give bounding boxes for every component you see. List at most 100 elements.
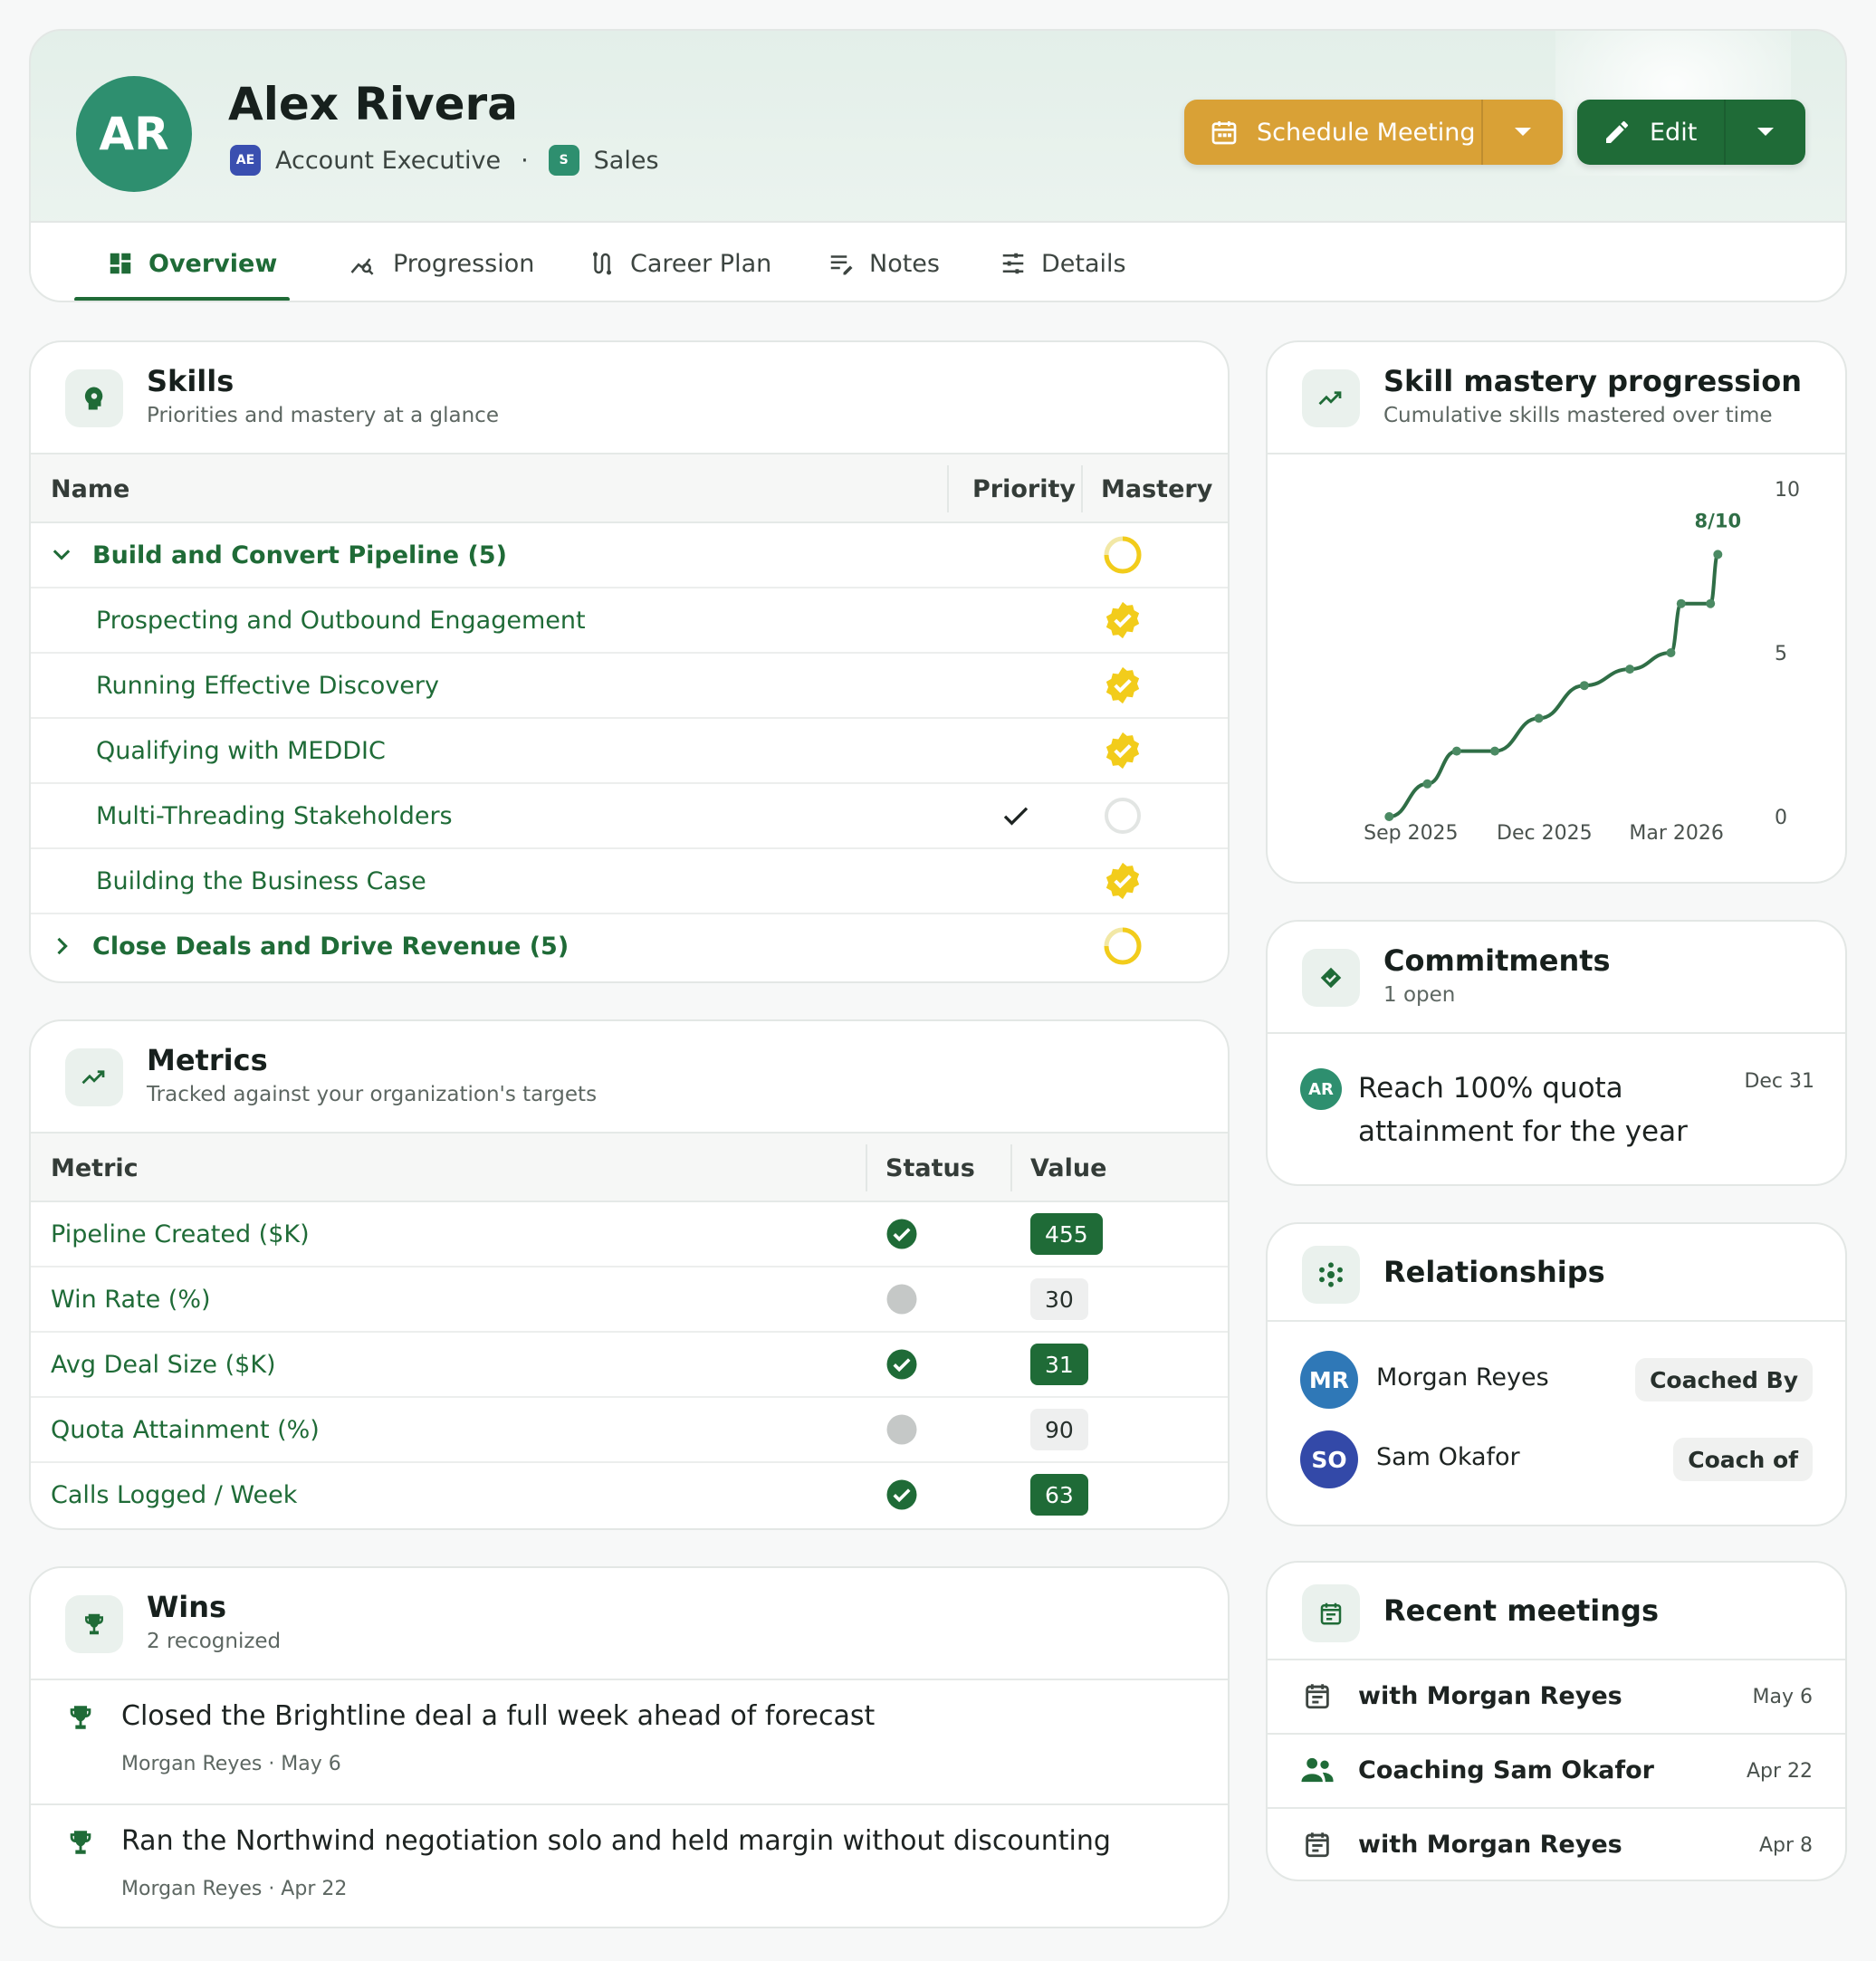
metric-row[interactable]: Calls Logged / Week 63 bbox=[31, 1463, 1228, 1528]
metric-value: 455 bbox=[1030, 1202, 1103, 1266]
skill-group-row[interactable]: Build and Convert Pipeline (5) bbox=[31, 523, 1228, 588]
chevron-right-icon[interactable] bbox=[49, 914, 74, 978]
x-tick-label: Mar 2026 bbox=[1629, 822, 1724, 845]
metric-label[interactable]: Avg Deal Size ($K) bbox=[51, 1333, 276, 1396]
value-badge: 30 bbox=[1030, 1278, 1088, 1320]
value-badge: 455 bbox=[1030, 1213, 1103, 1255]
avatar: MR bbox=[1300, 1351, 1358, 1409]
calendar-icon bbox=[1306, 1832, 1329, 1858]
priority-check-icon[interactable] bbox=[1000, 784, 1032, 847]
tab-bar: Overview Progression Career Plan Notes D… bbox=[31, 221, 1845, 301]
edit-dropdown[interactable] bbox=[1724, 100, 1805, 165]
y-tick-label: 5 bbox=[1775, 643, 1787, 665]
tab-label: Notes bbox=[869, 249, 940, 278]
metric-row[interactable]: Avg Deal Size ($K) 31 bbox=[31, 1333, 1228, 1398]
meeting-item[interactable]: Coaching Sam Okafor Apr 22 bbox=[1268, 1735, 1845, 1807]
tab-label: Details bbox=[1041, 249, 1126, 278]
value-badge: 90 bbox=[1030, 1409, 1088, 1450]
data-point bbox=[1706, 598, 1716, 608]
tab-notes[interactable]: Notes bbox=[828, 223, 940, 301]
column-priority[interactable]: Priority bbox=[972, 454, 1076, 523]
tab-progression[interactable]: Progression bbox=[348, 223, 535, 301]
profile-subtitle: AE Account Executive · S Sales bbox=[230, 145, 659, 176]
metric-label[interactable]: Win Rate (%) bbox=[51, 1267, 211, 1331]
relationship-name: Morgan Reyes bbox=[1376, 1363, 1549, 1392]
department-label: Sales bbox=[593, 146, 659, 175]
metric-label[interactable]: Pipeline Created ($K) bbox=[51, 1202, 310, 1266]
skill-label[interactable]: Running Effective Discovery bbox=[96, 654, 439, 717]
column-metric[interactable]: Metric bbox=[51, 1134, 139, 1202]
column-name[interactable]: Name bbox=[51, 454, 129, 523]
relationships-title: Relationships bbox=[1383, 1255, 1605, 1289]
tab-label: Progression bbox=[393, 249, 535, 278]
relationships-card-icon-box bbox=[1302, 1246, 1360, 1304]
tab-details[interactable]: Details bbox=[1000, 223, 1126, 301]
skill-label[interactable]: Prospecting and Outbound Engagement bbox=[96, 588, 586, 652]
skill-label[interactable]: Qualifying with MEDDIC bbox=[96, 719, 386, 782]
meeting-item[interactable]: with Morgan Reyes May 6 bbox=[1268, 1660, 1845, 1733]
skill-group-label[interactable]: Close Deals and Drive Revenue (5) bbox=[92, 914, 569, 978]
metric-label[interactable]: Calls Logged / Week bbox=[51, 1463, 297, 1526]
skills-table-header: Name Priority Mastery bbox=[31, 453, 1228, 523]
skill-label[interactable]: Building the Business Case bbox=[96, 849, 426, 913]
data-point bbox=[1384, 812, 1394, 821]
win-item[interactable]: Closed the Brightline deal a full week a… bbox=[31, 1680, 1228, 1803]
metric-row[interactable]: Win Rate (%) 30 bbox=[31, 1267, 1228, 1333]
relationship-item[interactable]: MR Morgan Reyes Coached By bbox=[1268, 1342, 1845, 1418]
trending-up-icon bbox=[1318, 391, 1342, 406]
skill-row[interactable]: Building the Business Case bbox=[31, 849, 1228, 914]
wins-card: Wins 2 recognized Closed the Brightline … bbox=[29, 1566, 1230, 1928]
skill-row[interactable]: Running Effective Discovery bbox=[31, 654, 1228, 719]
divider bbox=[1268, 1320, 1845, 1322]
column-value[interactable]: Value bbox=[1030, 1134, 1106, 1202]
skill-row[interactable]: Qualifying with MEDDIC bbox=[31, 719, 1228, 784]
profile-name: Alex Rivera bbox=[228, 78, 518, 130]
meeting-item[interactable]: with Morgan Reyes Apr 8 bbox=[1268, 1809, 1845, 1880]
metrics-card-icon-box bbox=[65, 1048, 123, 1106]
column-divider bbox=[866, 1144, 867, 1191]
dashboard-icon bbox=[110, 253, 131, 274]
profile-header: AR Alex Rivera AE Account Executive · S … bbox=[29, 29, 1847, 302]
data-point bbox=[1625, 665, 1635, 674]
skill-group-label[interactable]: Build and Convert Pipeline (5) bbox=[92, 523, 507, 587]
tab-overview[interactable]: Overview bbox=[107, 223, 277, 301]
meeting-date: May 6 bbox=[1752, 1686, 1813, 1708]
metric-row[interactable]: Quota Attainment (%) 90 bbox=[31, 1398, 1228, 1463]
meeting-label: with Morgan Reyes bbox=[1358, 1831, 1622, 1859]
people-icon bbox=[1301, 1757, 1334, 1783]
skill-row[interactable]: Multi-Threading Stakeholders bbox=[31, 784, 1228, 849]
role-label: Account Executive bbox=[275, 146, 502, 175]
skill-group-row[interactable]: Close Deals and Drive Revenue (5) bbox=[31, 914, 1228, 980]
relationship-item[interactable]: SO Sam Okafor Coach of bbox=[1268, 1421, 1845, 1497]
chevron-down-icon[interactable] bbox=[49, 523, 74, 587]
avatar: AR bbox=[76, 76, 192, 192]
caret-down-icon bbox=[1757, 128, 1774, 136]
win-text: Ran the Northwind negotiation solo and h… bbox=[121, 1825, 1111, 1857]
commitment-text-line: Reach 100% quota bbox=[1358, 1072, 1623, 1105]
column-status[interactable]: Status bbox=[885, 1134, 975, 1202]
relationship-type-badge: Coach of bbox=[1673, 1438, 1813, 1481]
skill-row[interactable]: Prospecting and Outbound Engagement bbox=[31, 588, 1228, 654]
edit-button[interactable]: Edit bbox=[1577, 100, 1724, 165]
schedule-meeting-button[interactable]: Schedule Meeting bbox=[1184, 100, 1481, 165]
event-note-icon bbox=[1320, 1602, 1342, 1625]
notes-icon bbox=[830, 255, 853, 275]
commitment-item[interactable]: AR Reach 100% quota attainment for the y… bbox=[1268, 1034, 1845, 1184]
data-point bbox=[1676, 598, 1686, 608]
progression-card: Skill mastery progression Cumulative ski… bbox=[1266, 340, 1847, 884]
metric-label[interactable]: Quota Attainment (%) bbox=[51, 1398, 320, 1461]
skills-card-icon-box bbox=[65, 369, 123, 427]
tune-icon bbox=[1002, 253, 1024, 274]
metric-row[interactable]: Pipeline Created ($K) 455 bbox=[31, 1202, 1228, 1267]
column-mastery[interactable]: Mastery bbox=[1101, 454, 1212, 523]
caret-down-icon bbox=[1515, 128, 1531, 136]
skill-label[interactable]: Multi-Threading Stakeholders bbox=[96, 784, 453, 847]
column-divider bbox=[1010, 1144, 1012, 1191]
head-gear-icon bbox=[84, 387, 103, 410]
win-item[interactable]: Ran the Northwind negotiation solo and h… bbox=[31, 1805, 1228, 1927]
commitment-text-line: attainment for the year bbox=[1358, 1115, 1688, 1148]
schedule-meeting-dropdown[interactable] bbox=[1481, 100, 1563, 165]
tab-career-plan[interactable]: Career Plan bbox=[589, 223, 771, 301]
relationship-name: Sam Okafor bbox=[1376, 1443, 1520, 1471]
trend-icon bbox=[81, 1070, 105, 1085]
